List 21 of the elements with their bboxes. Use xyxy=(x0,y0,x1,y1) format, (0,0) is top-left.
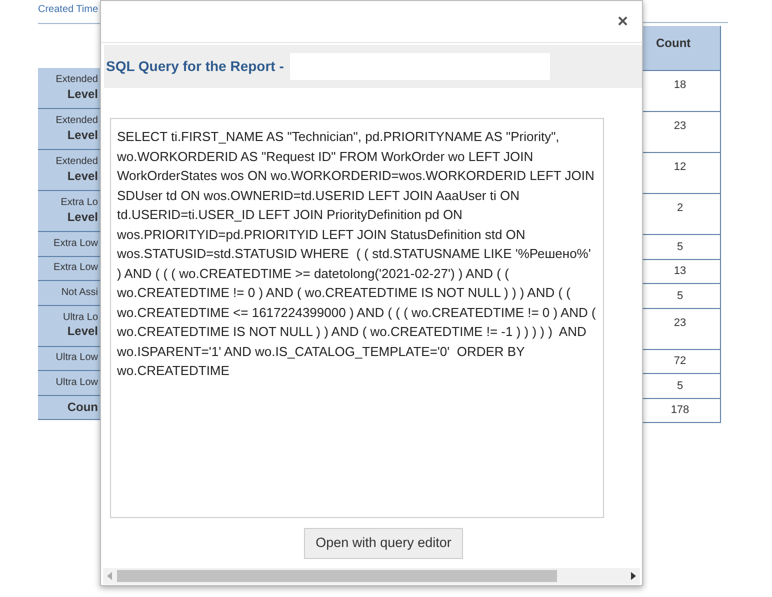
row-label-cell: Extra Lo Level xyxy=(38,191,100,232)
row-label-cell: Ultra Low xyxy=(38,346,100,371)
row-label-cell: Ultra Lo Level xyxy=(38,306,100,346)
row-label-cell: Coun xyxy=(38,396,100,420)
row-label-cell: Extended Level xyxy=(38,150,100,191)
dialog-title: SQL Query for the Report - xyxy=(106,57,284,76)
row-label-cell: Ultra Low xyxy=(38,371,100,396)
row-label-cell: Extra Low xyxy=(38,256,100,281)
row-label-cell: Extra Low xyxy=(38,232,100,256)
row-label-cell: Not Assi xyxy=(38,281,100,306)
scroll-right-icon[interactable] xyxy=(630,572,636,580)
row-label-cell: Extended Level xyxy=(38,68,100,109)
scrollbar-thumb[interactable] xyxy=(117,570,557,582)
horizontal-scrollbar[interactable] xyxy=(103,568,640,584)
sql-query-field[interactable]: SELECT ti.FIRST_NAME AS "Technician", pd.PRIORITYNAME AS "Priority", wo.WORKORDERID AS "Request ID" FROM WorkOrder wo LEFT JOIN WorkOrderStates wos ON wo.WORKORDERID=wos.WORKORDERID LEFT JOIN SDUser td ON wos.OWNERID=td.USERID LEFT JOIN AaaUser ti ON td.USERID=ti.USER_ID LEFT JOIN PriorityDefinition pd ON wos.PRIORITYID=pd.PRIORITYID LEFT JOIN StatusDefinition std ON wos.STATUSID=std.STATUSID WHERE ( ( std.STATUSNAME LIKE '%Решено%' ) AND ( ( ( wo.CREATEDTIME >= datetolong('2021-02-27') ) AND ( ( wo.CREATEDTIME != 0 ) AND ( wo.CREATEDTIME IS NOT NULL ) ) ) AND ( ( wo.CREATEDTIME <= 1617224399000 ) AND ( ( ( wo.CREATEDTIME != 0 ) AND ( wo.CREATEDTIME IS NOT NULL ) ) AND ( wo.CREATEDTIME != -1 ) ) ) ) ) AND wo.ISPARENT='1' AND wo.IS_CATALOG_TEMPLATE='0' ORDER BY wo.CREATEDTIME xyxy=(110,118,604,518)
column-header: Count xyxy=(640,26,720,71)
row-label-cell: Extended Level xyxy=(38,109,100,150)
filter-label: Created Time xyxy=(38,3,100,17)
scroll-left-icon[interactable] xyxy=(107,572,113,580)
open-query-editor-button[interactable]: Open with query editor xyxy=(304,528,464,559)
close-button[interactable]: × xyxy=(617,8,628,35)
